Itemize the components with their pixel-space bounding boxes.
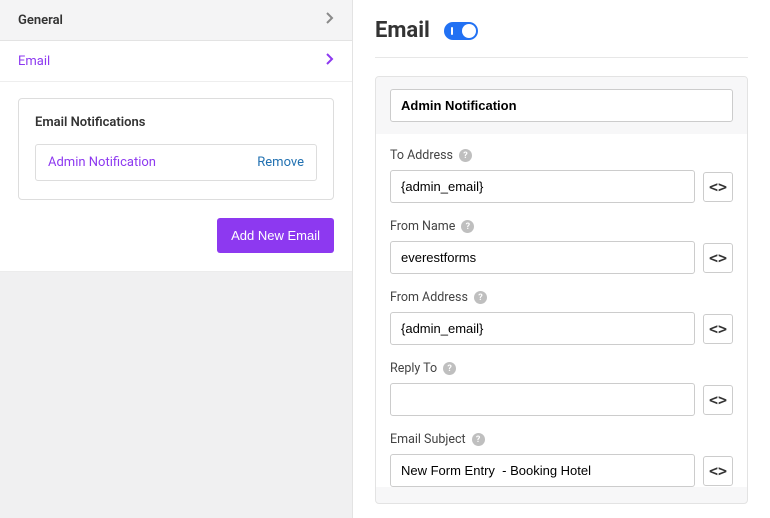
help-icon[interactable]: ?: [472, 433, 485, 446]
help-icon[interactable]: ?: [443, 362, 456, 375]
notification-card-header: [376, 77, 747, 134]
settings-sidebar: General Email Email Notifications Admin …: [0, 0, 353, 518]
notifications-box: Email Notifications Admin Notification R…: [18, 98, 334, 200]
notification-card: To Address ? <> From Name ? <: [375, 76, 748, 504]
sidebar-item-general[interactable]: General: [0, 0, 352, 41]
field-label: From Name: [390, 219, 455, 234]
field-email-subject: Email Subject ? <>: [390, 432, 733, 487]
divider: [375, 57, 748, 58]
field-to-address: To Address ? <>: [390, 148, 733, 203]
email-toggle[interactable]: [444, 22, 478, 40]
notification-item[interactable]: Admin Notification Remove: [35, 144, 317, 181]
sidebar-item-label: General: [18, 13, 63, 28]
remove-link[interactable]: Remove: [257, 155, 304, 170]
smart-tag-button[interactable]: <>: [703, 172, 733, 202]
field-reply-to: Reply To ? <>: [390, 361, 733, 416]
email-settings-main: Email To Address ? <>: [353, 0, 770, 518]
smart-tag-button[interactable]: <>: [703, 314, 733, 344]
from-address-input[interactable]: [390, 312, 695, 345]
sidebar-item-label: Email: [18, 54, 50, 69]
from-name-input[interactable]: [390, 241, 695, 274]
help-icon[interactable]: ?: [474, 291, 487, 304]
notifications-title: Email Notifications: [35, 115, 317, 130]
toggle-knob: [462, 24, 476, 38]
toggle-on-indicator: [451, 27, 453, 35]
to-address-input[interactable]: [390, 170, 695, 203]
page-title: Email: [375, 18, 430, 43]
help-icon[interactable]: ?: [459, 149, 472, 162]
sidebar-empty: [0, 272, 352, 518]
field-label: From Address: [390, 290, 468, 305]
chevron-right-icon: [326, 12, 334, 28]
email-subject-input[interactable]: [390, 454, 695, 487]
field-label: Email Subject: [390, 432, 466, 447]
field-label: To Address: [390, 148, 453, 163]
field-from-address: From Address ? <>: [390, 290, 733, 345]
reply-to-input[interactable]: [390, 383, 695, 416]
smart-tag-button[interactable]: <>: [703, 456, 733, 486]
field-from-name: From Name ? <>: [390, 219, 733, 274]
notification-card-body: To Address ? <> From Name ? <: [376, 134, 747, 487]
smart-tag-button[interactable]: <>: [703, 385, 733, 415]
add-new-email-button[interactable]: Add New Email: [217, 218, 334, 253]
field-label: Reply To: [390, 361, 437, 376]
email-notifications-panel: Email Notifications Admin Notification R…: [0, 82, 352, 272]
chevron-right-icon: [326, 53, 334, 69]
sidebar-item-email[interactable]: Email: [0, 41, 352, 82]
help-icon[interactable]: ?: [461, 220, 474, 233]
notification-title-input[interactable]: [390, 89, 733, 122]
notification-name: Admin Notification: [48, 155, 156, 170]
smart-tag-button[interactable]: <>: [703, 243, 733, 273]
